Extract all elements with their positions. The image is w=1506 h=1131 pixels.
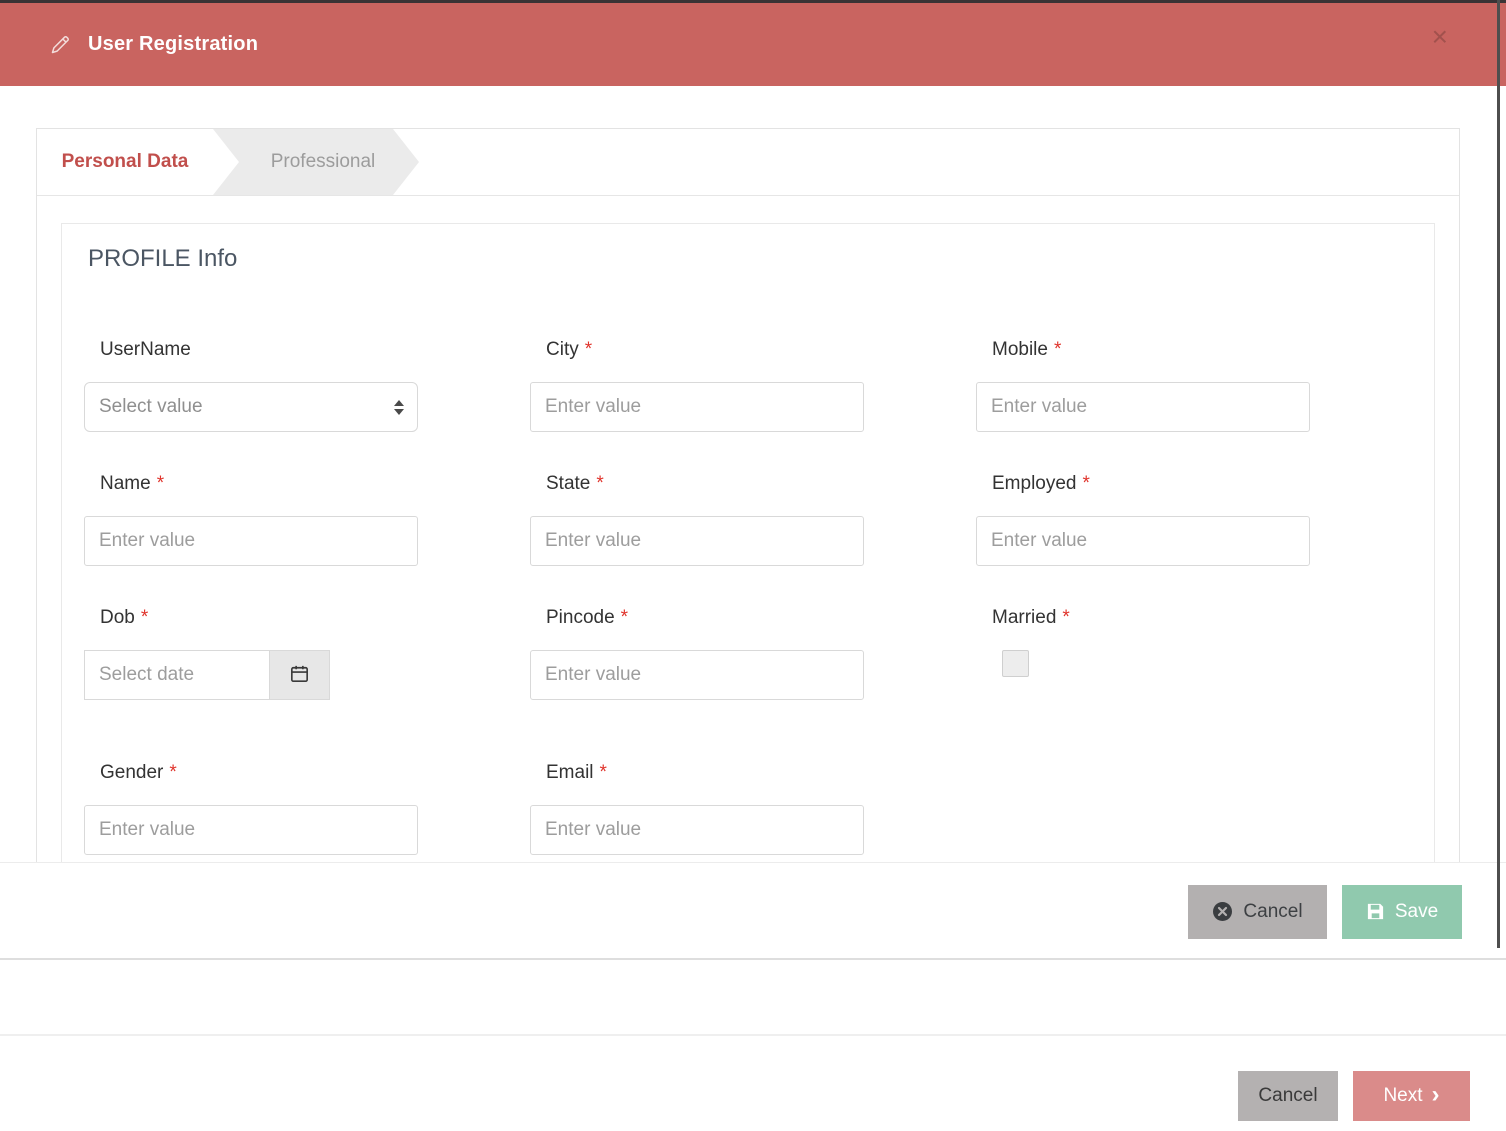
email-input[interactable] <box>530 805 864 855</box>
save-label: Save <box>1395 901 1438 923</box>
dialog-title: User Registration <box>88 33 258 56</box>
field-email: Email* <box>530 761 864 855</box>
city-input[interactable] <box>530 382 864 432</box>
field-state: State* <box>530 472 864 566</box>
username-label: UserName <box>100 338 418 362</box>
close-icon[interactable]: × <box>1426 17 1454 57</box>
required-asterisk: * <box>1054 338 1061 362</box>
employed-label: Employed* <box>992 472 1310 496</box>
required-asterisk: * <box>157 472 164 496</box>
required-asterisk: * <box>600 761 607 785</box>
tab-personal-data-label: Personal Data <box>62 151 189 173</box>
field-city: City* <box>530 338 864 432</box>
field-mobile: Mobile* <box>976 338 1310 432</box>
married-label: Married* <box>992 606 1310 630</box>
state-input[interactable] <box>530 516 864 566</box>
field-username: UserName Select value <box>84 338 418 432</box>
tab-professional-label: Professional <box>271 151 376 173</box>
section-heading: PROFILE Info <box>88 244 1434 274</box>
mobile-input[interactable] <box>976 382 1310 432</box>
divider-dialog-bottom <box>0 958 1506 960</box>
field-pincode: Pincode* <box>530 606 864 700</box>
modal-footer: Cancel Save <box>0 862 1506 960</box>
dialog-body: Personal Data Professional PROFILE Info … <box>0 86 1506 960</box>
wizard-tab-container: Personal Data Professional PROFILE Info … <box>36 128 1460 960</box>
wizard-cancel-button[interactable]: Cancel <box>1238 1071 1338 1121</box>
gender-input[interactable] <box>84 805 418 855</box>
required-asterisk: * <box>141 606 148 630</box>
married-checkbox[interactable] <box>1002 650 1029 677</box>
employed-input[interactable] <box>976 516 1310 566</box>
tab-professional[interactable]: Professional <box>213 129 419 195</box>
wizard-footer: Cancel Next › <box>0 1036 1506 1131</box>
wizard-cancel-label: Cancel <box>1258 1085 1317 1107</box>
dob-date-group <box>84 650 330 700</box>
required-asterisk: * <box>596 472 603 496</box>
tab-content: PROFILE Info UserName Select value <box>37 196 1459 923</box>
next-label: Next <box>1383 1085 1422 1107</box>
form-grid-row4: Gender* Email* <box>84 761 1434 855</box>
dob-input[interactable] <box>85 651 269 699</box>
username-select-placeholder: Select value <box>99 396 203 418</box>
next-button[interactable]: Next › <box>1353 1071 1470 1121</box>
city-label: City* <box>546 338 864 362</box>
email-label: Email* <box>546 761 864 785</box>
required-asterisk: * <box>169 761 176 785</box>
updown-arrows-icon <box>394 400 404 415</box>
modal-cancel-label: Cancel <box>1243 901 1302 923</box>
field-gender: Gender* <box>84 761 418 855</box>
name-label: Name* <box>100 472 418 496</box>
dialog-titlebar: User Registration × <box>0 3 1506 86</box>
circle-x-icon <box>1212 901 1233 922</box>
required-asterisk: * <box>585 338 592 362</box>
chevron-right-icon: › <box>1432 1085 1440 1105</box>
window-right-edge <box>1497 0 1500 948</box>
pencil-icon <box>48 33 72 57</box>
pincode-label: Pincode* <box>546 606 864 630</box>
username-select[interactable]: Select value <box>84 382 418 432</box>
field-name: Name* <box>84 472 418 566</box>
profile-info-panel: PROFILE Info UserName Select value <box>61 223 1435 923</box>
field-married: Married* <box>976 606 1310 700</box>
required-asterisk: * <box>1083 472 1090 496</box>
mobile-label: Mobile* <box>992 338 1310 362</box>
name-input[interactable] <box>84 516 418 566</box>
gender-label: Gender* <box>100 761 418 785</box>
calendar-button[interactable] <box>269 651 329 699</box>
calendar-icon <box>288 662 311 688</box>
tab-strip: Personal Data Professional <box>37 129 1459 196</box>
tab-personal-data[interactable]: Personal Data <box>37 129 213 195</box>
form-grid: UserName Select value City* <box>84 338 1434 700</box>
pincode-input[interactable] <box>530 650 864 700</box>
required-asterisk: * <box>621 606 628 630</box>
modal-cancel-button[interactable]: Cancel <box>1188 885 1327 939</box>
field-employed: Employed* <box>976 472 1310 566</box>
state-label: State* <box>546 472 864 496</box>
dob-label: Dob* <box>100 606 418 630</box>
user-registration-dialog: User Registration × Personal Data Profes… <box>0 0 1506 1131</box>
save-button[interactable]: Save <box>1342 885 1462 939</box>
floppy-icon <box>1366 902 1385 921</box>
field-dob: Dob* <box>84 606 418 700</box>
required-asterisk: * <box>1062 606 1069 630</box>
